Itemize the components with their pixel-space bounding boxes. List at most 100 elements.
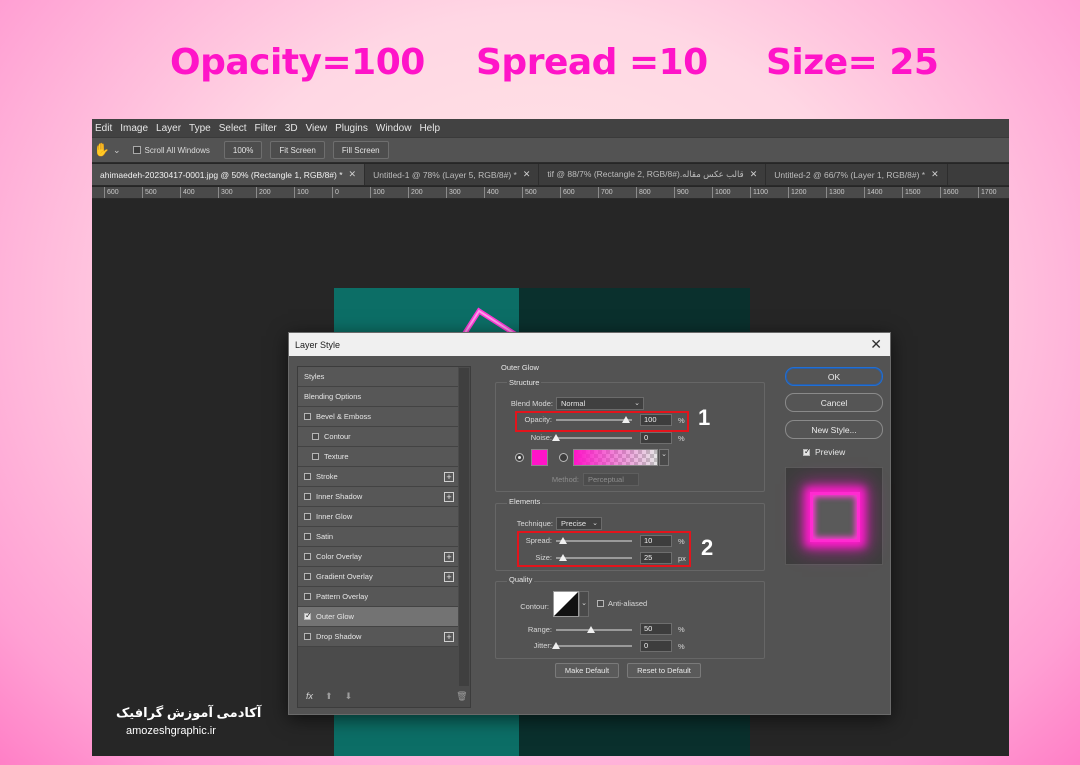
menu-layer[interactable]: Layer — [156, 123, 181, 134]
ruler-tick: 300 — [218, 187, 233, 198]
checkbox[interactable] — [304, 473, 311, 480]
blend-mode-select[interactable]: Normal ⌄ — [556, 397, 644, 410]
contour-item[interactable]: Contour — [298, 427, 458, 447]
chevron-down-icon[interactable]: ⌄ — [579, 591, 589, 617]
jitter-label: Jitter: — [533, 641, 552, 650]
menu-help[interactable]: Help — [419, 123, 440, 134]
chevron-down-icon: ⌄ — [592, 520, 598, 527]
menu-edit[interactable]: Edit — [95, 123, 112, 134]
glow-gradient-swatch[interactable] — [573, 449, 658, 466]
checkbox[interactable] — [304, 573, 311, 580]
drop-shadow-item[interactable]: Drop Shadow + — [298, 627, 458, 647]
scroll-all-windows-checkbox[interactable]: Scroll All Windows — [132, 146, 210, 155]
noise-slider[interactable] — [556, 437, 632, 439]
contour-curve-icon[interactable] — [553, 591, 579, 617]
move-down-icon[interactable]: ⬇ — [345, 691, 353, 702]
styles-list-scrollbar[interactable] — [459, 368, 469, 686]
tab-document-4[interactable]: Untitled-2 @ 66/7% (Layer 1, RGB/8#) * ✕ — [766, 164, 948, 185]
add-icon[interactable]: + — [444, 492, 454, 502]
chevron-down-icon[interactable]: ⌄ — [113, 145, 121, 156]
menu-image[interactable]: Image — [120, 123, 148, 134]
pattern-overlay-item[interactable]: Pattern Overlay — [298, 587, 458, 607]
checkbox[interactable] — [304, 533, 311, 540]
gradient-radio[interactable] — [559, 453, 568, 462]
outer-glow-item[interactable]: Outer Glow — [298, 607, 458, 627]
close-icon[interactable]: ✕ — [349, 169, 357, 180]
checkbox[interactable] — [304, 513, 311, 520]
menu-3d[interactable]: 3D — [285, 123, 298, 134]
checkbox[interactable] — [304, 553, 311, 560]
document-tabs: ahimaedeh-20230417-0001.jpg @ 50% (Recta… — [92, 164, 1009, 186]
satin-item[interactable]: Satin — [298, 527, 458, 547]
menu-filter[interactable]: Filter — [255, 123, 277, 134]
ruler-tick: 200 — [256, 187, 271, 198]
menu-type[interactable]: Type — [189, 123, 211, 134]
jitter-slider-thumb[interactable] — [552, 642, 560, 649]
checkbox-checked[interactable] — [304, 611, 312, 620]
add-icon[interactable]: + — [444, 552, 454, 562]
inner-glow-item[interactable]: Inner Glow — [298, 507, 458, 527]
checkbox[interactable] — [304, 493, 311, 500]
fit-screen-button[interactable]: Fit Screen — [270, 141, 325, 159]
styles-item[interactable]: Styles — [298, 367, 458, 387]
ruler-tick: 0 — [332, 187, 339, 198]
fill-screen-button[interactable]: Fill Screen — [332, 141, 389, 159]
ok-button[interactable]: OK — [785, 367, 883, 386]
checkbox[interactable] — [312, 433, 319, 440]
checkbox[interactable] — [304, 633, 311, 640]
noise-slider-thumb[interactable] — [552, 434, 560, 441]
texture-item[interactable]: Texture — [298, 447, 458, 467]
menu-window[interactable]: Window — [376, 123, 412, 134]
glow-color-swatch[interactable] — [531, 449, 548, 466]
jitter-slider[interactable] — [556, 645, 632, 647]
fx-icon[interactable]: fx — [306, 691, 313, 701]
menu-select[interactable]: Select — [219, 123, 247, 134]
zoom-100-button[interactable]: 100% — [223, 141, 263, 159]
add-icon[interactable]: + — [444, 632, 454, 642]
close-icon[interactable]: ✕ — [523, 169, 531, 180]
options-bar: ✋ ⌄ Scroll All Windows 100% Fit Screen F… — [92, 137, 1009, 163]
stroke-item[interactable]: Stroke + — [298, 467, 458, 487]
tab-document-3[interactable]: قالب عکس مقاله.tif @ 88/7% (Rectangle 2,… — [539, 164, 767, 185]
add-icon[interactable]: + — [444, 572, 454, 582]
solid-color-radio[interactable] — [515, 453, 524, 462]
chevron-down-icon: ⌄ — [634, 400, 640, 407]
blending-options-item[interactable]: Blending Options — [298, 387, 458, 407]
checkbox[interactable] — [304, 413, 311, 420]
close-icon[interactable]: ✕ — [870, 336, 882, 353]
move-up-icon[interactable]: ⬆ — [325, 691, 333, 702]
menu-view[interactable]: View — [306, 123, 328, 134]
tab-document-2[interactable]: Untitled-1 @ 78% (Layer 5, RGB/8#) * ✕ — [365, 164, 540, 185]
gradient-overlay-item[interactable]: Gradient Overlay + — [298, 567, 458, 587]
bevel-emboss-item[interactable]: Bevel & Emboss — [298, 407, 458, 427]
checkbox[interactable] — [304, 593, 311, 600]
checkbox[interactable] — [312, 453, 319, 460]
anti-aliased-label: Anti-aliased — [608, 599, 648, 608]
color-overlay-item[interactable]: Color Overlay + — [298, 547, 458, 567]
jitter-input[interactable]: 0 — [640, 640, 672, 652]
trash-icon[interactable]: 🗑 — [456, 691, 467, 702]
new-style-button[interactable]: New Style... — [785, 420, 883, 439]
technique-select[interactable]: Precise ⌄ — [556, 517, 602, 530]
preview-checkbox[interactable] — [803, 447, 811, 456]
make-default-button[interactable]: Make Default — [555, 663, 619, 678]
reset-to-default-button[interactable]: Reset to Default — [627, 663, 701, 678]
technique-label: Technique: — [516, 519, 553, 528]
inner-shadow-item[interactable]: Inner Shadow + — [298, 487, 458, 507]
tab-document-1[interactable]: ahimaedeh-20230417-0001.jpg @ 50% (Recta… — [92, 164, 366, 185]
close-icon[interactable]: ✕ — [750, 169, 758, 180]
preview-toggle[interactable]: Preview — [803, 447, 845, 457]
chevron-down-icon[interactable]: ⌄ — [659, 449, 669, 466]
close-icon[interactable]: ✕ — [931, 169, 939, 180]
checkbox-box[interactable] — [132, 146, 141, 154]
tab-label: Untitled-1 @ 78% (Layer 5, RGB/8#) * — [373, 169, 517, 180]
hand-tool-icon[interactable]: ✋ — [94, 142, 110, 158]
add-icon[interactable]: + — [444, 472, 454, 482]
method-select[interactable]: Perceptual — [583, 473, 639, 486]
anti-aliased-checkbox[interactable] — [597, 600, 604, 607]
range-slider-thumb[interactable] — [587, 626, 595, 633]
cancel-button[interactable]: Cancel — [785, 393, 883, 412]
menu-plugins[interactable]: Plugins — [335, 123, 368, 134]
noise-input[interactable]: 0 — [640, 432, 672, 444]
range-input[interactable]: 50 — [640, 623, 672, 635]
